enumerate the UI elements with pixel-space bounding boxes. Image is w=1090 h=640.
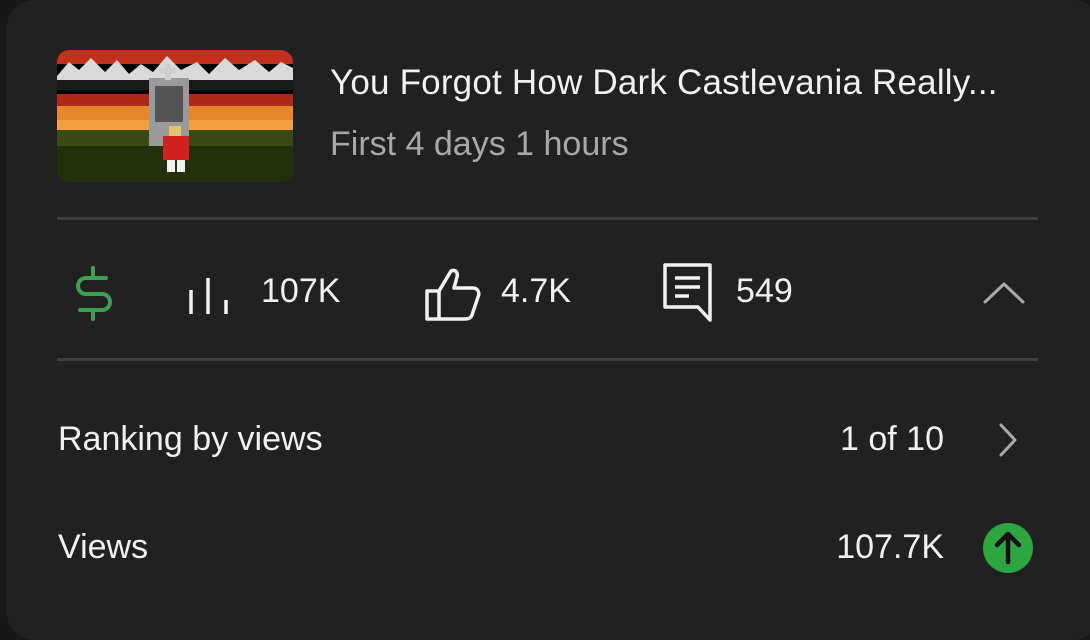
time-period: First 4 days 1 hours bbox=[330, 125, 629, 163]
ranking-label: Ranking by views bbox=[58, 420, 323, 458]
ranking-value: 1 of 10 bbox=[840, 420, 944, 458]
arrow-up-circle-icon bbox=[982, 522, 1034, 579]
thumbs-up-icon[interactable] bbox=[424, 266, 482, 327]
comments-count: 549 bbox=[736, 272, 793, 310]
bar-chart-icon[interactable] bbox=[186, 276, 236, 321]
views-label: Views bbox=[58, 528, 149, 566]
views-count: 107K bbox=[261, 272, 341, 310]
dollar-icon[interactable] bbox=[74, 266, 114, 327]
chevron-up-icon[interactable] bbox=[982, 280, 1026, 311]
divider bbox=[57, 217, 1038, 220]
comment-icon[interactable] bbox=[662, 262, 714, 329]
chevron-right-icon[interactable] bbox=[997, 422, 1019, 463]
divider bbox=[57, 358, 1038, 361]
views-value: 107.7K bbox=[836, 528, 944, 566]
likes-count: 4.7K bbox=[501, 272, 571, 310]
video-title[interactable]: You Forgot How Dark Castlevania Really..… bbox=[330, 63, 1050, 103]
video-thumbnail[interactable] bbox=[57, 50, 293, 182]
